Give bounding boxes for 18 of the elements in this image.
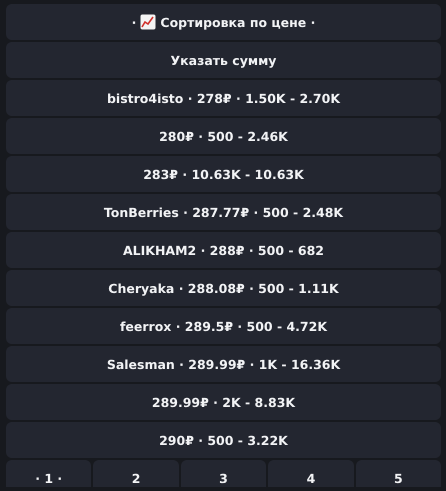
page-button[interactable]: 2 — [93, 460, 179, 487]
page-button[interactable]: 5 — [356, 460, 442, 487]
offer-button[interactable]: Cheryaka · 288.08₽ · 500 - 1.11K — [6, 270, 441, 306]
offer-button[interactable]: TonBerries · 287.77₽ · 500 - 2.48K — [6, 194, 441, 230]
offer-button[interactable]: 289.99₽ · 2K - 8.83K — [6, 384, 441, 420]
sort-button[interactable]: · Сортировка по цене · — [6, 4, 441, 40]
offer-button[interactable]: Salesman · 289.99₽ · 1K - 16.36K — [6, 346, 441, 382]
page-button[interactable]: · 1 · — [6, 460, 92, 487]
offer-button[interactable]: ALIKHAM2 · 288₽ · 500 - 682 — [6, 232, 441, 268]
page-button[interactable]: 4 — [268, 460, 354, 487]
chart-icon — [140, 14, 156, 30]
offer-button[interactable]: feerrox · 289.5₽ · 500 - 4.72K — [6, 308, 441, 344]
offer-button[interactable]: 280₽ · 500 - 2.46K — [6, 118, 441, 154]
offer-button[interactable]: 283₽ · 10.63K - 10.63K — [6, 156, 441, 192]
offer-button[interactable]: 290₽ · 500 - 3.22K — [6, 422, 441, 458]
page-button[interactable]: 3 — [180, 460, 266, 487]
amount-button[interactable]: Указать сумму — [6, 42, 441, 78]
offer-button[interactable]: bistro4isto · 278₽ · 1.50K - 2.70K — [6, 80, 441, 116]
